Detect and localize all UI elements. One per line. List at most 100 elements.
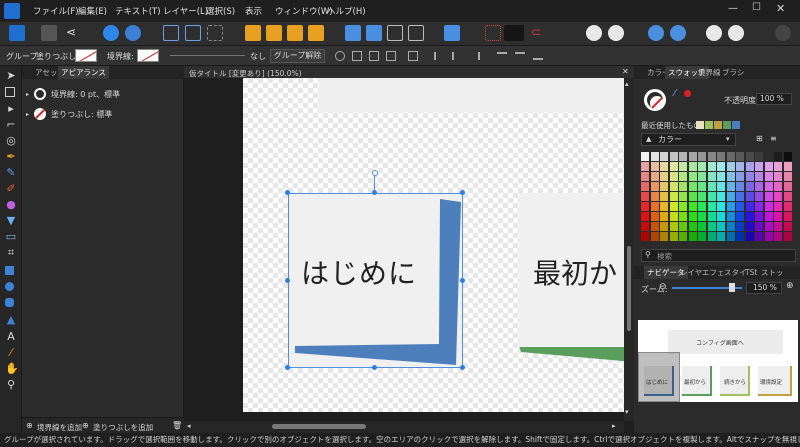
rectangle-tool-icon[interactable] [5,266,14,275]
swatch-cell[interactable] [726,202,735,211]
menu-help[interactable]: ヘルプ(H) [327,5,366,17]
swatch-cell[interactable] [755,162,763,171]
assistant-icon[interactable] [103,25,119,41]
swatch-cell[interactable] [707,162,716,171]
combine-icon[interactable] [728,25,744,41]
align-middle-icon[interactable] [515,52,525,60]
swatch-cell[interactable] [641,192,649,201]
swatch-cell[interactable] [745,222,754,231]
swatch-cell[interactable] [650,202,659,211]
recent-swatch[interactable] [705,121,713,129]
pencil-tool-icon[interactable]: ✎ [5,167,17,179]
swatch-cell[interactable] [717,152,725,161]
preview-mode-icon[interactable] [504,25,524,41]
swatch-cell[interactable] [688,172,697,181]
swatch-cell[interactable] [707,202,716,211]
swatch-cell[interactable] [641,182,649,191]
flip-horizontal-icon[interactable] [345,25,361,41]
swatch-cell[interactable] [717,202,725,211]
swatch-cell[interactable] [774,162,782,171]
swatch-cell[interactable] [764,182,773,191]
pixel-persona-icon[interactable] [41,25,57,41]
swatch-cell[interactable] [717,212,725,221]
swatch-cell[interactable] [783,162,792,171]
corner-tool-icon[interactable]: ⌐ [5,119,17,131]
swatch-cell[interactable] [726,222,735,231]
transform-scale-icon[interactable] [386,51,396,61]
swatch-cell[interactable] [698,202,706,211]
transparency-tool-icon[interactable]: ▼ [5,215,17,227]
swatch-cell[interactable] [736,202,744,211]
move-tool-icon[interactable]: ➤ [5,70,17,82]
swatch-cell[interactable] [688,212,697,221]
swatch-cell[interactable] [650,192,659,201]
swatch-cell[interactable] [783,232,792,241]
swatch-cell[interactable] [641,212,649,221]
zoom-input[interactable]: 150 % [746,282,782,294]
stroke-swatch[interactable] [137,49,159,62]
swatch-cell[interactable] [755,202,763,211]
fill-swatch[interactable] [75,49,97,62]
swatch-cell[interactable] [698,212,706,221]
swatch-cell[interactable] [641,152,649,161]
hand-tool-icon[interactable]: ✋ [5,363,19,375]
swatch-cell[interactable] [650,162,659,171]
canvas[interactable]: はじめに 最初か [243,78,634,412]
rotate-right-icon[interactable] [408,25,424,41]
swatch-cell[interactable] [774,152,782,161]
palette-dropdown[interactable]: ▲ カラー ▾ [641,133,736,146]
scroll-left-icon[interactable]: ◂ [187,422,191,430]
swatch-cell[interactable] [688,222,697,231]
swatch-cell[interactable] [755,232,763,241]
vector-brush-icon[interactable]: ✐ [5,183,17,195]
menu-layer[interactable]: レイヤー(L) [163,5,208,17]
swatch-cell[interactable] [755,222,763,231]
swatch-cell[interactable] [783,172,792,181]
swatch-cell[interactable] [698,162,706,171]
swatch-cell[interactable] [660,202,668,211]
swatch-cell[interactable] [660,152,668,161]
swatch-cell[interactable] [660,192,668,201]
swatch-cell[interactable] [726,172,735,181]
swatch-cell[interactable] [679,162,687,171]
swatch-cell[interactable] [650,212,659,221]
preferences-icon[interactable] [125,25,141,41]
zoom-slider-handle[interactable] [729,283,735,292]
swatch-cell[interactable] [679,182,687,191]
swatch-cell[interactable] [764,232,773,241]
boolean-divide-icon[interactable] [706,25,722,41]
tab-appearance[interactable]: アピアランス [58,66,109,79]
arrange-backward-icon[interactable] [266,25,282,41]
swatch-cell[interactable] [774,172,782,181]
rotate-tool-icon[interactable]: ◎ [5,135,17,147]
swatch-cell[interactable] [736,182,744,191]
swatch-cell[interactable] [755,212,763,221]
menu-view[interactable]: 表示 [245,5,262,17]
menu-edit[interactable]: 編集(E) [78,5,107,17]
designer-persona-icon[interactable] [9,25,25,41]
swatch-cell[interactable] [774,202,782,211]
selection-handle[interactable] [372,365,377,370]
swatch-cell[interactable] [660,212,668,221]
swatch-cell[interactable] [764,212,773,221]
swatch-cell[interactable] [707,172,716,181]
swatch-cell[interactable] [745,152,754,161]
swatch-cell[interactable] [736,172,744,181]
swatch-cell[interactable] [679,152,687,161]
swatch-cell[interactable] [764,162,773,171]
swatch-cell[interactable] [641,202,649,211]
arrange-front-icon[interactable] [308,25,324,41]
swatch-cell[interactable] [641,172,649,181]
recent-swatch[interactable] [714,121,722,129]
opacity-input[interactable]: 100 % [756,93,792,105]
pen-tool-icon[interactable]: ✒ [5,151,17,163]
ungroup-button[interactable]: グループ解除 [270,49,325,63]
fill-tool-icon[interactable]: ● [5,199,17,211]
swatch-cell[interactable] [783,222,792,231]
swatch-cell[interactable] [688,202,697,211]
add-stroke-button[interactable]: 境界線を追加 [37,422,82,433]
disclosure-icon[interactable]: ▸ [26,111,29,118]
swatch-cell[interactable] [717,162,725,171]
recent-swatch[interactable] [723,121,731,129]
align-top-icon[interactable] [497,52,507,60]
